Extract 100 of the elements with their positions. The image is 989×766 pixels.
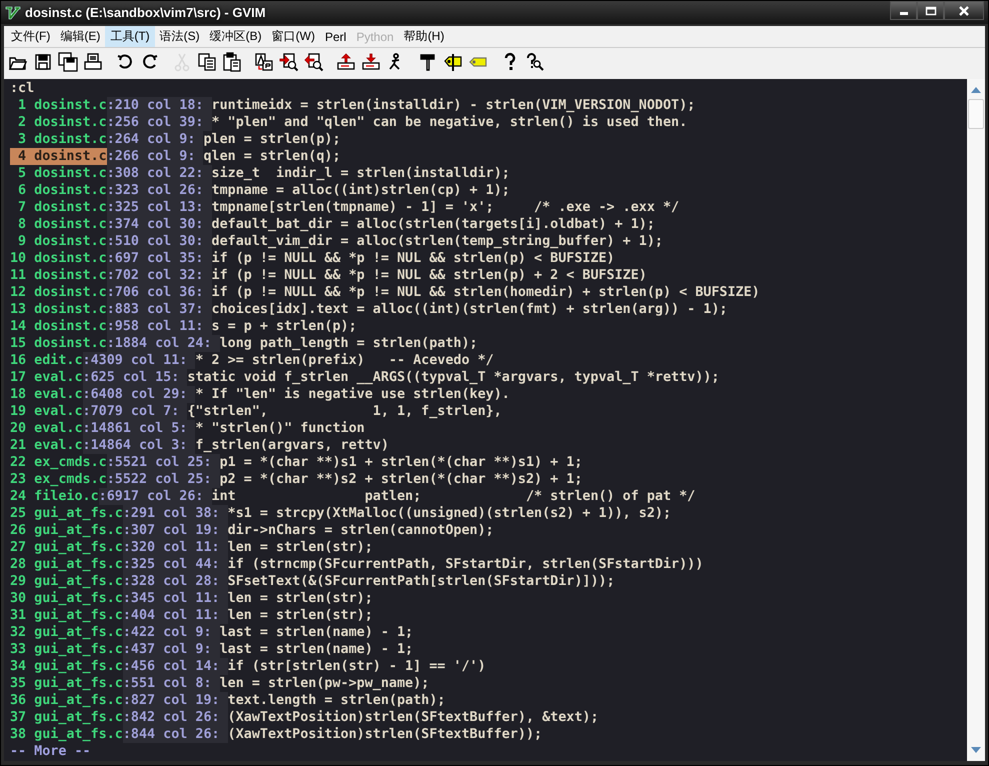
match-entry[interactable]: 36 gui_at_fs.c (10, 692, 123, 709)
match-entry[interactable]: 25 gui_at_fs.c (10, 505, 123, 522)
match-entry[interactable]: 15 dosinst.c (10, 335, 107, 352)
match-location: :266 col 9: (106, 148, 204, 165)
menu-item[interactable]: 工具(T) (105, 26, 155, 47)
match-location: :456 col 14: (122, 658, 228, 675)
code-line: default_vim_dir = alloc(strlen(temp_string_buffer) + 1); (212, 233, 663, 250)
menu-item[interactable]: 缓冲区(B) (204, 26, 267, 47)
match-location: :307 col 19: (122, 522, 228, 539)
match-location: :842 col 26: (122, 709, 228, 726)
menu-item[interactable]: 文件(F) (6, 26, 56, 47)
match-entry[interactable]: 11 dosinst.c (10, 267, 107, 284)
maximize-icon (924, 6, 936, 16)
scroll-up-icon[interactable] (971, 87, 981, 93)
vertical-scrollbar[interactable] (967, 79, 985, 761)
vim-logo-icon (5, 4, 21, 20)
code-line: len = strlen(str); (228, 607, 373, 624)
saveall-button[interactable] (57, 50, 79, 72)
match-location: :1884 col 24: (106, 335, 220, 352)
code-line: p1 = *(char **)s1 + strlen(*(char **)s1) + 1; (220, 454, 582, 471)
match-entry[interactable]: 19 eval.c (10, 403, 83, 420)
code-line: p2 = *(char **)s2 + strlen(*(char **)s2) + 1; (220, 471, 582, 488)
code-line: len = strlen(pw->pw_name); (220, 675, 430, 692)
match-entry[interactable]: 27 gui_at_fs.c (10, 539, 123, 556)
match-entry[interactable]: 20 eval.c (10, 420, 83, 437)
maximize-button[interactable] (917, 1, 944, 20)
code-line: len = strlen(str); (228, 539, 373, 556)
code-line: tmpname = alloc((int)strlen(cp) + 1); (212, 182, 510, 199)
match-entry[interactable]: 6 dosinst.c (10, 182, 107, 199)
match-location: :320 col 11: (122, 539, 228, 556)
match-entry[interactable]: 24 fileio.c (10, 488, 99, 505)
code-line: * 2 >= strlen(prefix) -- Acevedo */ (195, 352, 494, 369)
match-entry[interactable]: 31 gui_at_fs.c (10, 607, 123, 624)
code-line: if (p != NULL && *p != NUL && strlen(p) + 2 < BUFSIZE) (212, 267, 647, 284)
match-location: :4309 col 11: (82, 352, 196, 369)
match-entry[interactable]: 14 dosinst.c (10, 318, 107, 335)
match-entry[interactable]: 2 dosinst.c (10, 114, 107, 131)
match-location: :697 col 35: (106, 250, 212, 267)
match-entry[interactable]: 10 dosinst.c (10, 250, 107, 267)
print-button[interactable] (82, 50, 104, 72)
findnext-button[interactable] (278, 50, 300, 72)
match-entry[interactable]: 12 dosinst.c (10, 284, 107, 301)
match-entry[interactable]: 16 edit.c (10, 352, 83, 369)
code-line: if (str[strlen(str) - 1] == '/') (228, 658, 486, 675)
match-entry[interactable]: 26 gui_at_fs.c (10, 522, 123, 539)
code-line: SFsetText(&(SFcurrentPath[strlen(SFstartDir)])); (228, 573, 615, 590)
match-location: :6408 col 29: (82, 386, 196, 403)
match-entry[interactable]: 5 dosinst.c (10, 165, 107, 182)
match-entry[interactable]: 37 gui_at_fs.c (10, 709, 123, 726)
menu-item[interactable]: 帮助(H) (398, 26, 450, 47)
match-entry[interactable]: 34 gui_at_fs.c (10, 658, 123, 675)
match-entry[interactable]: 21 eval.c (10, 437, 83, 454)
code-line: if (p != NULL && *p != NUL && strlen(p) < BUFSIZE) (212, 250, 615, 267)
load-button[interactable] (335, 50, 357, 72)
match-entry[interactable]: 3 dosinst.c (10, 131, 107, 148)
match-location: :625 col 15: (82, 369, 188, 386)
window-title: dosinst.c (E:\sandbox\vim7\src) - GVIM (25, 5, 267, 20)
menu-item[interactable]: Perl (320, 28, 352, 46)
match-entry[interactable]: 38 gui_at_fs.c (10, 726, 123, 743)
code-line: static void f_strlen __ARGS((typval_T *argvars, typval_T *rettv)); (187, 369, 720, 386)
match-entry[interactable]: 32 gui_at_fs.c (10, 624, 123, 641)
code-line: tmpname[strlen(tmpname) - 1] = 'x'; /* .exe -> .exx */ (212, 199, 680, 216)
match-entry[interactable]: 8 dosinst.c (10, 216, 107, 233)
store-button[interactable] (360, 50, 382, 72)
match-entry[interactable]: 7 dosinst.c (10, 199, 107, 216)
match-entry[interactable]: 23 ex_cmds.c (10, 471, 107, 488)
replace-button[interactable] (253, 50, 275, 72)
findhelp-button[interactable] (524, 50, 546, 72)
code-line: * "strlen()" function (195, 420, 365, 437)
paste-button[interactable] (221, 50, 243, 72)
copy-button[interactable] (196, 50, 218, 72)
menu-item[interactable]: 窗口(W) (266, 26, 320, 47)
code-line: f_strlen(argvars, rettv) (195, 437, 389, 454)
match-entry[interactable]: 17 eval.c (10, 369, 83, 386)
match-location: :323 col 26: (106, 182, 212, 199)
code-line: * "plen" and "qlen" can be negative, strlen() is used then. (212, 114, 688, 131)
menu-item[interactable]: 编辑(E) (55, 26, 106, 47)
code-line: if (strncmp(SFcurrentPath, SFstartDir, strlen(SFstartDir))) (228, 556, 704, 573)
minimize-button[interactable] (890, 1, 917, 20)
match-entry[interactable]: 33 gui_at_fs.c (10, 641, 123, 658)
match-entry[interactable]: 9 dosinst.c (10, 233, 107, 250)
match-entry[interactable]: 30 gui_at_fs.c (10, 590, 123, 607)
findprev-button[interactable] (303, 50, 325, 72)
match-entry[interactable]: 1 dosinst.c (10, 97, 107, 114)
scroll-thumb[interactable] (968, 99, 984, 129)
code-line: runtimeidx = strlen(installdir) - strlen(VIM_VERSION_NODOT); (212, 97, 696, 114)
match-entry[interactable]: 13 dosinst.c (10, 301, 107, 318)
match-entry[interactable]: 18 eval.c (10, 386, 83, 403)
close-button[interactable] (944, 1, 984, 20)
match-entry[interactable]: 4 dosinst.c (10, 148, 107, 165)
match-entry[interactable]: 22 ex_cmds.c (10, 454, 107, 471)
match-entry[interactable]: 28 gui_at_fs.c (10, 556, 123, 573)
match-entry[interactable]: 29 gui_at_fs.c (10, 573, 123, 590)
scroll-down-icon[interactable] (971, 747, 981, 753)
code-line: qlen = strlen(q); (203, 148, 341, 165)
match-location: :14864 col 3: (82, 437, 196, 454)
match-location: :325 col 44: (122, 556, 228, 573)
menu-item[interactable]: 语法(S) (154, 26, 205, 47)
match-location: :374 col 30: (106, 216, 212, 233)
match-entry[interactable]: 35 gui_at_fs.c (10, 675, 123, 692)
